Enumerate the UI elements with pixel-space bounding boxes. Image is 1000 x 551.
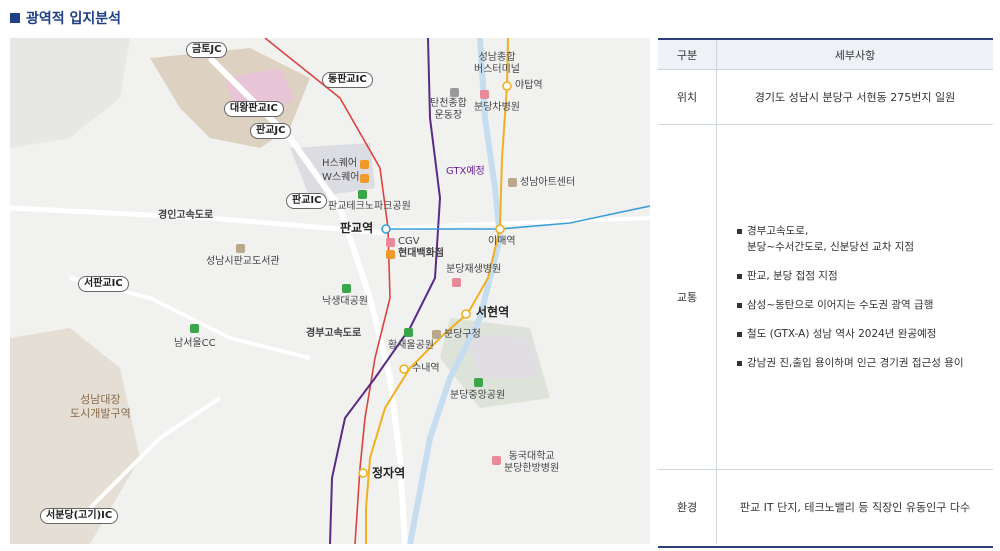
namseoul-cc-label: 남서울CC [174, 338, 216, 349]
library-icon [236, 244, 245, 253]
district-office-label: 분당구청 [444, 329, 481, 340]
jeongja-station-label: 정자역 [372, 466, 406, 480]
art-center-icon [508, 178, 517, 187]
header-category: 구분 [658, 40, 717, 69]
hyundai-label: 현대백화점 [398, 248, 444, 259]
naksaengdae-label: 낙생대공원 [322, 296, 368, 307]
art-center-label: 성남아트센터 [520, 177, 576, 188]
hwangsaeul-label: 황새울공원 [388, 340, 434, 351]
table-row-location: 위치 경기도 성남시 분당구 서현동 275번지 일원 [658, 70, 993, 125]
daejang-area-label: 성남대장 도시개발구역 [70, 393, 131, 420]
header-details: 세부사항 [834, 48, 876, 62]
hospital-icon [480, 90, 489, 99]
imae-station-marker [495, 224, 505, 234]
gyeongbu-expressway-label: 경부고속도로 [306, 328, 362, 339]
park-icon [358, 190, 367, 199]
rehab-hospital-label: 분당재생병원 [446, 264, 502, 275]
dongpangyo-ic-label: 동판교IC [322, 72, 373, 88]
seohyeon-station-marker [461, 309, 471, 319]
department-store-icon [386, 250, 395, 259]
seobundang-ic-label: 서분당(고기)IC [40, 508, 119, 524]
district-office-icon [432, 330, 441, 339]
table-header-row: 구분 세부사항 [658, 40, 993, 70]
techno-park-label: 판교테크노파크공원 [328, 201, 411, 212]
list-item: 삼성~동탄으로 이어지는 수도권 광역 급행 [735, 297, 964, 313]
cgv-label: CGV [398, 236, 420, 247]
geumto-jc-label: 금토JC [186, 42, 228, 58]
hsquare-icon [360, 160, 369, 169]
environment-detail: 판교 IT 단지, 테크노밸리 등 직장인 유동인구 다수 [739, 501, 971, 514]
terrain [10, 38, 130, 148]
road-east [384, 216, 650, 230]
gtx-planned-label: GTX예정 [446, 166, 485, 177]
sunae-station-label: 수내역 [412, 363, 440, 374]
title-square-icon [10, 13, 20, 23]
central-park-label: 분당중앙공원 [450, 390, 506, 401]
analysis-table: 구분 세부사항 위치 경기도 성남시 분당구 서현동 275번지 일원 교통 경… [658, 38, 993, 548]
seohyeon-station-label: 서현역 [476, 305, 510, 319]
central-park-icon [474, 378, 483, 387]
pangyo-jc-label: 판교JC [250, 123, 292, 139]
rehab-hospital-icon [452, 278, 461, 287]
transport-list: 경부고속도로, 분당~수서간도로, 신분당선 교차 지점 판교, 분당 접점 지… [735, 223, 964, 371]
stadium-icon [450, 88, 459, 97]
location-detail: 경기도 성남시 분당구 서현동 275번지 일원 [754, 91, 956, 104]
imae-station-label: 이매역 [488, 236, 516, 247]
hwangsaeul-icon [404, 328, 413, 337]
section-title: 광역적 입지분석 [10, 8, 121, 28]
location-map: 성남대장 도시개발구역 금토JC 동판교IC 대왕판교IC 판교JC 판교IC … [10, 38, 650, 544]
list-item: 판교, 분당 접점 지점 [735, 268, 964, 284]
dongguk-hospital-label: 동국대학교 분당한방병원 [504, 451, 560, 474]
table-row-environment: 환경 판교 IT 단지, 테크노밸리 등 직장인 유동인구 다수 [658, 470, 993, 544]
location-label: 위치 [658, 70, 717, 124]
naksaengdae-icon [342, 284, 351, 293]
gyeongin-expressway-label: 경인고속도로 [158, 210, 214, 221]
wsquare-icon [360, 174, 369, 183]
yatap-station-label: 야탑역 [515, 80, 543, 91]
transport-label: 교통 [658, 125, 717, 469]
cgv-icon [386, 238, 395, 247]
golf-icon [190, 324, 199, 333]
wsquare-label: W스퀘어 [322, 172, 360, 183]
yatap-station-marker [502, 81, 512, 91]
daewang-pangyo-ic-label: 대왕판교IC [224, 101, 284, 117]
list-item: 경부고속도로, 분당~수서간도로, 신분당선 교차 지점 [735, 223, 964, 255]
sunae-station-marker [399, 364, 409, 374]
tancheon-stadium-label: 탄천종합 운동장 [430, 98, 467, 121]
pangyo-station-marker [381, 224, 391, 234]
pangyo-ic-label: 판교IC [286, 193, 328, 209]
list-item: 강남권 진,출입 용이하며 인근 경기권 접근성 용이 [735, 355, 964, 371]
dongguk-hospital-icon [492, 456, 501, 465]
seopangyo-ic-label: 서판교IC [78, 276, 129, 292]
list-item: 철도 (GTX-A) 성남 역사 2024년 완공예정 [735, 326, 964, 342]
hsquare-label: H스퀘어 [322, 158, 358, 169]
bundang-cha-label: 분당차병원 [474, 102, 520, 113]
environment-label: 환경 [658, 470, 717, 544]
pangyo-station-label: 판교역 [340, 221, 374, 235]
table-row-transport: 교통 경부고속도로, 분당~수서간도로, 신분당선 교차 지점 판교, 분당 접… [658, 125, 993, 470]
library-label: 성남시판교도서관 [206, 256, 280, 267]
jeongja-station-marker [358, 468, 368, 478]
bus-terminal-label: 성남종합 버스터미널 [474, 52, 520, 75]
